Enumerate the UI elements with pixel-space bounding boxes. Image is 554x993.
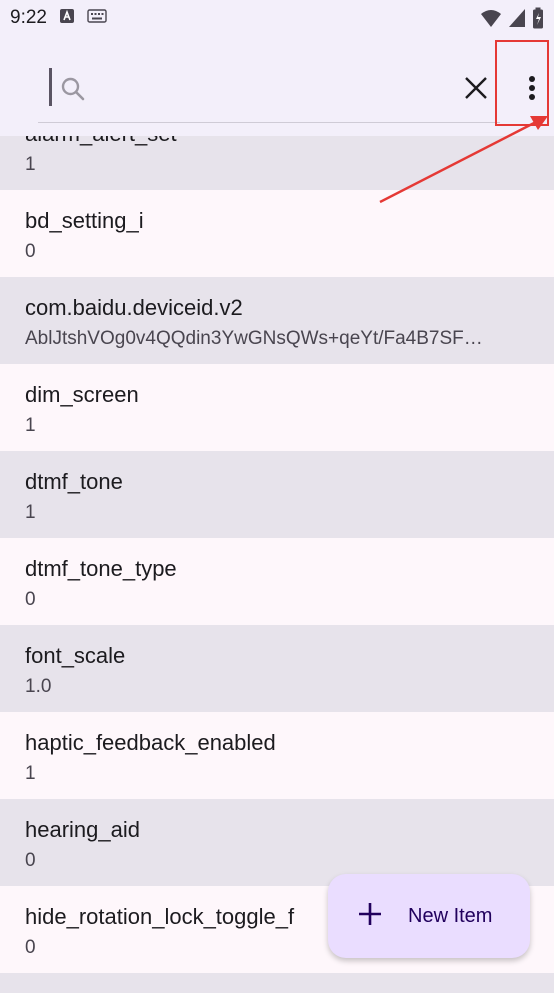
status-time: 9:22 <box>10 7 47 28</box>
list-item[interactable]: dtmf_tone_type 0 <box>0 538 554 625</box>
search-field[interactable] <box>38 64 500 123</box>
list-item[interactable]: alarm_alert_set 1 <box>0 136 554 190</box>
list-item[interactable]: font_scale 1.0 <box>0 625 554 712</box>
list-item[interactable]: haptic_feedback_enabled 1 <box>0 712 554 799</box>
wifi-icon <box>480 8 502 33</box>
text-a-icon <box>59 8 75 29</box>
item-key: dtmf_tone_type <box>25 556 177 581</box>
item-key: dim_screen <box>25 382 139 407</box>
status-bar: 9:22 <box>0 0 554 36</box>
item-value: 1 <box>25 154 36 175</box>
item-value: 1.0 <box>25 676 52 697</box>
settings-list: alarm_alert_set 1 bd_setting_i 0 com.bai… <box>0 136 554 993</box>
plus-icon <box>358 902 382 931</box>
item-key: alarm_alert_set <box>25 136 177 147</box>
item-value: 1 <box>25 502 36 523</box>
signal-icon <box>508 8 526 33</box>
text-cursor <box>49 68 52 106</box>
close-icon <box>464 76 488 105</box>
item-value: 1 <box>25 763 36 784</box>
item-key: font_scale <box>25 643 126 668</box>
fab-label: New Item <box>408 904 493 927</box>
item-value: AblJtshVOg0v4QQdin3YwGNsQWs+qeYt/Fa4B7SF… <box>25 328 483 349</box>
list-item[interactable]: hearing_aid 0 <box>0 799 554 886</box>
list-item <box>0 973 554 993</box>
top-app-bar <box>0 36 554 136</box>
item-value: 0 <box>25 850 36 871</box>
list-item[interactable]: com.baidu.deviceid.v2 AblJtshVOg0v4QQdin… <box>0 277 554 364</box>
new-item-fab[interactable]: New Item <box>328 874 530 958</box>
list-item[interactable]: dim_screen 1 <box>0 364 554 451</box>
more-vert-icon <box>528 75 536 106</box>
more-options-button[interactable] <box>515 68 549 112</box>
list-item[interactable]: bd_setting_i 0 <box>0 190 554 277</box>
item-key: dtmf_tone <box>25 469 123 494</box>
search-input[interactable] <box>94 72 438 108</box>
keyboard-icon <box>87 8 107 28</box>
item-value: 1 <box>25 415 36 436</box>
item-value: 0 <box>25 241 36 262</box>
item-value: 0 <box>25 589 36 610</box>
item-key: hide_rotation_lock_toggle_f <box>25 904 295 929</box>
clear-search-button[interactable] <box>458 72 494 108</box>
item-key: haptic_feedback_enabled <box>25 730 276 755</box>
item-key: com.baidu.deviceid.v2 <box>25 295 243 320</box>
item-key: bd_setting_i <box>25 208 144 233</box>
search-icon <box>60 76 86 107</box>
battery-icon <box>532 7 544 34</box>
list-item[interactable]: dtmf_tone 1 <box>0 451 554 538</box>
item-key: hearing_aid <box>25 817 140 842</box>
